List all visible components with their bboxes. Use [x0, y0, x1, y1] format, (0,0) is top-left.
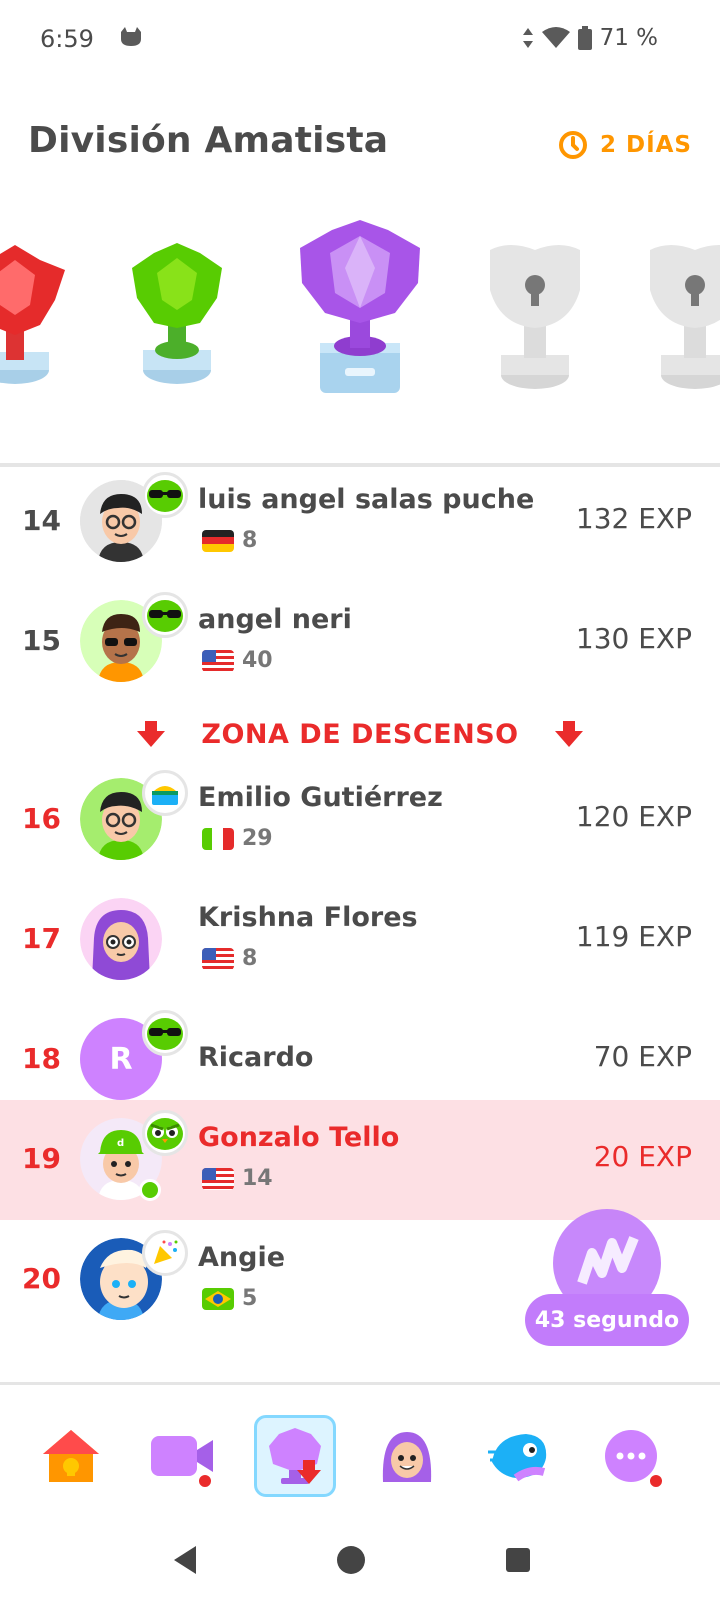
rank-number: 14 [22, 504, 61, 537]
clock-icon [558, 131, 587, 159]
rank-number: 19 [22, 1142, 61, 1175]
avatar[interactable] [80, 898, 162, 980]
avatar-initial: R [109, 1041, 133, 1077]
tab-more[interactable] [590, 1415, 672, 1497]
user-streak: 14 [202, 1166, 273, 1191]
user-streak: 29 [202, 826, 273, 851]
cat-notification-icon [118, 24, 144, 54]
usa-flag-icon [202, 1167, 234, 1190]
locked-trophy-icon [650, 245, 720, 389]
germany-flag-icon [202, 529, 234, 552]
user-name: Angie [198, 1242, 286, 1273]
home-icon [43, 1430, 99, 1482]
user-name: angel neri [198, 604, 352, 635]
user-name: Emilio Gutiérrez [198, 782, 443, 813]
angry-owl-badge-icon [142, 1110, 188, 1156]
system-navigation-bar [0, 1520, 720, 1612]
sunglasses-owl-badge-icon [142, 472, 188, 518]
streak-count: 8 [242, 946, 258, 971]
timer-label: 2 DÍAS [599, 132, 692, 158]
tab-duo[interactable] [478, 1415, 560, 1497]
bottom-tab-bar [0, 1385, 720, 1505]
usa-flag-icon [202, 649, 234, 672]
data-arrows-icon [522, 28, 533, 48]
exp-points: 120 EXP [575, 800, 692, 833]
exp-points: 70 EXP [593, 1040, 692, 1073]
sunglasses-owl-badge-icon [142, 592, 188, 638]
user-streak: 8 [202, 528, 257, 553]
exp-points: 132 EXP [575, 502, 692, 535]
league-title: División Amatista [28, 120, 389, 161]
exp-points: 130 EXP [575, 622, 692, 655]
italy-flag-icon [202, 827, 234, 850]
user-name: Ricardo [198, 1042, 314, 1073]
streak-count: 29 [242, 826, 273, 851]
tab-leagues[interactable] [254, 1415, 336, 1497]
usa-flag-icon [202, 947, 234, 970]
leagues-icon [269, 1428, 321, 1484]
status-icons: 71 % [522, 25, 658, 51]
arrow-down-icon [137, 721, 166, 747]
tab-profile[interactable] [366, 1415, 448, 1497]
user-streak: 5 [202, 1286, 257, 1311]
sunglasses-owl-badge-icon [142, 1010, 188, 1056]
brazil-flag-icon [202, 1287, 234, 1310]
leaderboard-row[interactable]: 16 Emilio Gutiérrez 29 120 EXP [0, 760, 720, 880]
tab-learn[interactable] [30, 1415, 112, 1497]
duo-icon [488, 1434, 547, 1482]
rank-number: 16 [22, 802, 61, 835]
ruby-trophy-icon [0, 245, 65, 384]
user-name: Gonzalo Tello [198, 1122, 400, 1153]
locked-trophy-icon [490, 245, 580, 389]
party-popper-badge-icon [142, 1230, 188, 1276]
rank-number: 18 [22, 1042, 61, 1075]
svg-text:d: d [117, 1138, 124, 1149]
treasure-chest-badge-icon [142, 770, 188, 816]
user-name: Krishna Flores [198, 902, 418, 933]
leaderboard-row-current-user[interactable]: 19 d Gonzalo Tello 14 20 EXP [0, 1100, 720, 1220]
profile-icon [382, 1432, 432, 1482]
battery-percent: 71 % [599, 25, 658, 51]
demotion-zone-label: ZONA DE DESCENSO [0, 710, 720, 758]
online-status-dot [139, 1179, 161, 1201]
exp-points: 20 EXP [593, 1140, 692, 1173]
tab-video-call[interactable] [141, 1415, 223, 1497]
recents-icon[interactable] [503, 1544, 533, 1576]
rank-number: 20 [22, 1262, 61, 1295]
xp-boost-timer[interactable]: 43 segundo [525, 1209, 695, 1365]
emerald-trophy-icon [132, 243, 222, 384]
rank-number: 17 [22, 922, 61, 955]
rank-number: 15 [22, 624, 61, 657]
notification-dot [197, 1473, 213, 1489]
demotion-zone-text: ZONA DE DESCENSO [201, 718, 519, 750]
battery-icon [577, 26, 592, 50]
league-trophies[interactable] [0, 210, 720, 400]
leaderboard-row[interactable]: 14 luis angel salas puche 8 132 EXP [0, 462, 720, 582]
back-icon[interactable] [170, 1544, 200, 1576]
streak-count: 5 [242, 1286, 258, 1311]
streak-count: 8 [242, 528, 258, 553]
exp-points: 119 EXP [575, 920, 692, 953]
leaderboard-row[interactable]: 17 Krishna Flores 8 119 EXP [0, 880, 720, 1000]
home-nav-icon[interactable] [336, 1544, 366, 1576]
user-streak: 40 [202, 648, 273, 673]
arrow-down-icon [554, 721, 583, 747]
status-bar: 6:59 71 % [0, 0, 720, 80]
notification-dot [648, 1473, 664, 1489]
wifi-icon [541, 27, 570, 48]
amethyst-trophy-icon [300, 220, 420, 393]
leaderboard-row[interactable]: 15 angel neri 40 130 EXP [0, 582, 720, 702]
league-timer: 2 DÍAS [558, 130, 692, 160]
user-streak: 8 [202, 946, 257, 971]
boost-timer-label: 43 segundo [525, 1294, 689, 1346]
status-time: 6:59 [40, 25, 94, 53]
streak-count: 40 [242, 648, 273, 673]
streak-count: 14 [242, 1166, 273, 1191]
user-name: luis angel salas puche [198, 484, 535, 515]
